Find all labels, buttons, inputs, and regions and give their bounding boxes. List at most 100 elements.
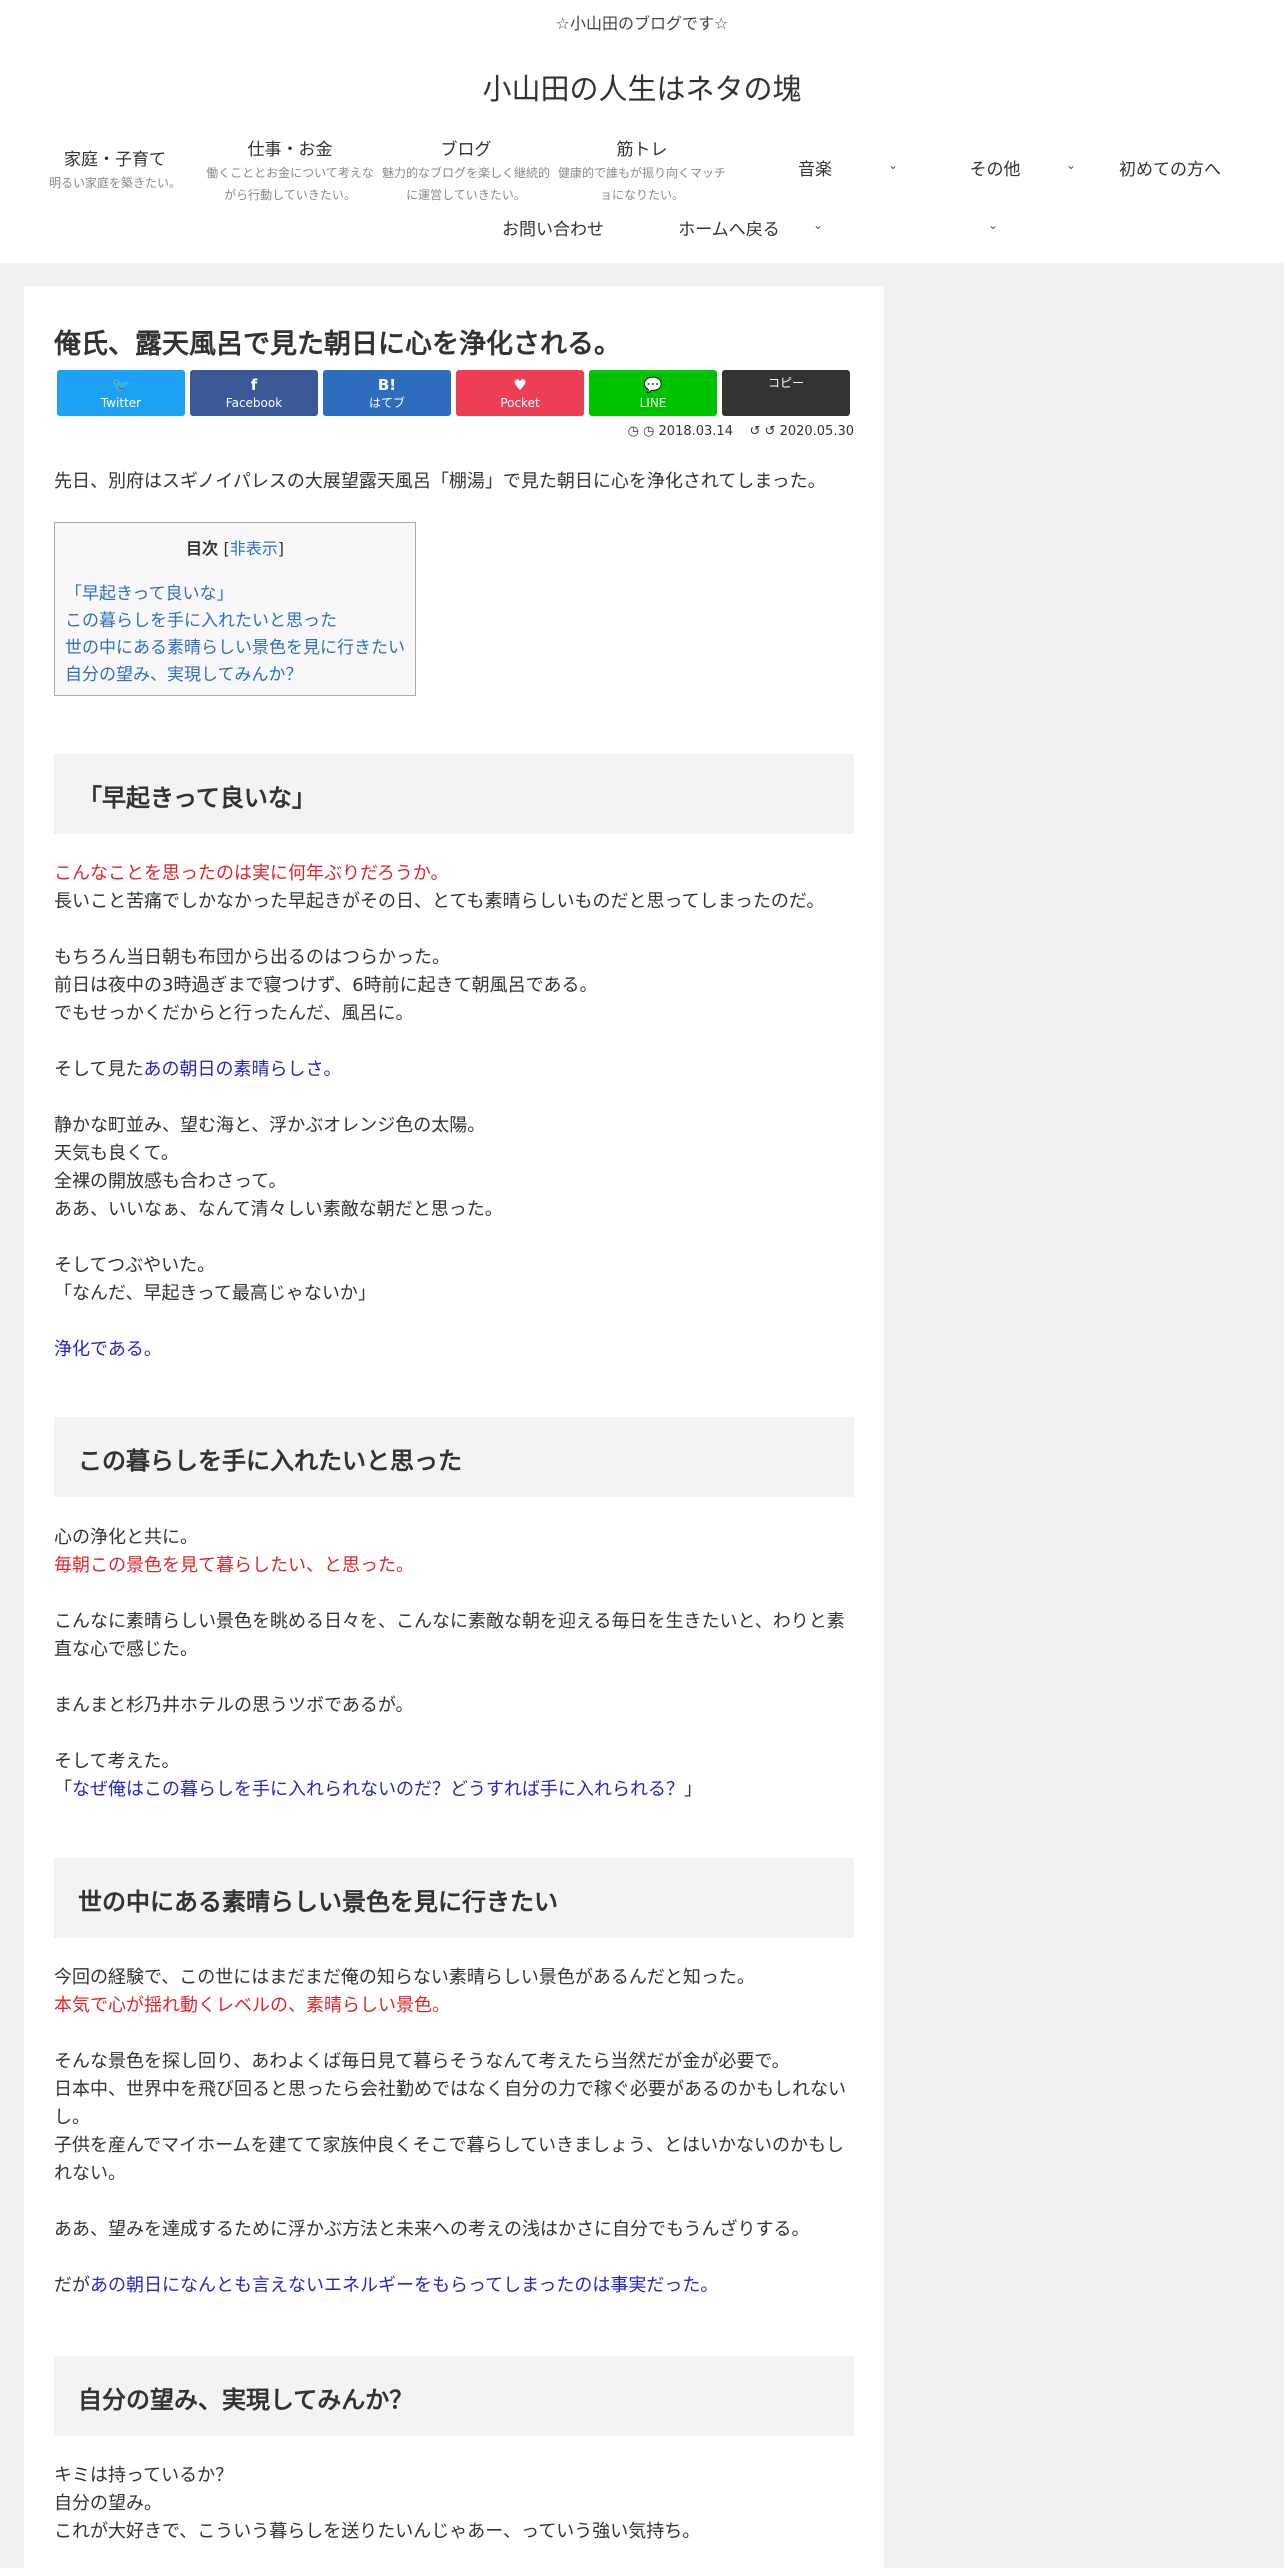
nav-item-home[interactable]: ホームへ戻る [664,218,794,242]
text-line: 静かな町並み、望む海と、浮かぶオレンジ色の太陽。 [54,1115,486,1136]
text-line: 全裸の開放感も合わさって。 [54,1171,287,1192]
toc-toggle: [非表示] [224,539,285,558]
text-line: 子供を産んでマイホームを建てて家族仲良くそこで暮らしていきましょう、とはいかない… [54,2135,845,2156]
chevron-down-icon[interactable]: ⌄ [1066,158,1076,172]
chevron-down-icon[interactable]: ⌄ [988,218,998,232]
text-line: し。 [54,2107,90,2128]
hatebu-icon: B! [377,376,397,394]
share-twitter-button[interactable]: 🐦 Twitter [57,370,185,416]
section-heading-text: 「早起きって良いな」 [78,784,316,812]
nav-item-other[interactable]: その他 [940,158,1050,182]
toc-heading: 目次 [185,539,218,558]
text-line: だがあの朝日になんとも言えないエネルギーをもらってしまったのは事実だった。 [54,2272,718,2300]
text-line: これが大好きで、こういう暮らしを送りたいんじゃあー、っていう強い気持ち。 [54,2521,701,2542]
updated-date: 2020.05.30 [779,424,854,439]
section-heading-text: 自分の望み、実現してみんか？ [78,2386,414,2414]
nav-item-beginners[interactable]: 初めての方へ [1110,158,1230,182]
share-pocket-button[interactable]: ♥ Pocket [456,370,584,416]
share-label: はてブ [368,396,405,410]
post-dates: ◷ ◷ 2018.03.14 ↺ ↺ 2020.05.30 [628,424,854,439]
chevron-down-icon[interactable]: ⌄ [813,218,823,232]
line-icon: 💬 [643,376,663,394]
share-copy-button[interactable]: コピー [722,370,850,416]
nav-item-training[interactable]: 筋トレ 健康的で誰もが振り向くマッチ ョになりたい。 [552,138,732,206]
text-line: そんな景色を探し回り、あわよくば毎日見て暮らそうなんて考えたら当然だが金が必要で… [54,2051,790,2072]
text-line: 浄化である。 [54,1339,162,1360]
nav-item-work-money[interactable]: 仕事・お金 働くこととお金について考えな がら行動していきたい。 [200,138,380,206]
share-label: Facebook [225,396,283,410]
facebook-icon: f [250,376,258,394]
nav-desc: 働くこととお金について考えな [206,166,374,180]
text-line: キミは持っているか？ [54,2465,234,2486]
section-heading-2: この暮らしを手に入れたいと思った [54,1417,854,1497]
text-span: 」 [684,1779,702,1800]
text-span: そして見た [54,1059,144,1080]
toc-link-3[interactable]: 世の中にある素晴らしい景色を見に行きたい [65,633,405,658]
nav-label: 筋トレ [616,140,668,160]
nav-label: 家庭・子育て [64,150,166,170]
text-line: 前日は夜中の3時過ぎまで寝つけず、6時前に起きて朝風呂である。 [54,975,598,996]
nav-desc: がら行動していきたい。 [224,188,356,202]
nav-label: 初めての方へ [1119,160,1221,180]
text-span: 「 [54,1779,72,1800]
share-facebook-button[interactable]: f Facebook [190,370,318,416]
toc-hide-link[interactable]: 非表示 [230,539,278,558]
nav-item-family[interactable]: 家庭・子育て 明るい家庭を築きたい。 [40,148,190,194]
text-span: だが [54,2275,90,2296]
nav-desc: 魅力的なブログを楽しく継続的 [381,166,550,180]
text-line: ああ、望みを達成するために浮かぶ方法と未来への考えの浅はかさに自分でもうんざりす… [54,2219,810,2240]
toc-link-4[interactable]: 自分の望み、実現してみんか？ [65,660,303,685]
nav-item-contact[interactable]: お問い合わせ [488,218,618,242]
article-card: 俺氏、露天風呂で見た朝日に心を浄化される。 🐦 Twitter f Facebo… [24,286,884,2568]
nav-item-blog[interactable]: ブログ 魅力的なブログを楽しく継続的 に運営していきたい。 [376,138,556,206]
nav-desc: に運営していきたい。 [406,188,526,202]
share-line-button[interactable]: 💬 LINE [589,370,717,416]
highlight-text: あの朝日の素晴らしさ。 [143,1059,342,1080]
share-label: Twitter [100,396,142,410]
nav-label: ブログ [440,140,492,160]
text-line: そしてつぶやいた。 [54,1255,216,1276]
toc-title: 目次 [非表示] [55,535,415,559]
nav-desc: 明るい家庭を築きたい。 [48,176,181,190]
sidebar-area [912,286,1258,2568]
nav-item-music[interactable]: 音楽 [760,158,870,182]
section-heading-text: 世の中にある素晴らしい景色を見に行きたい [78,1888,558,1916]
text-line: 本気で心が揺れ動くレベルの、素晴らしい景色。 [54,1995,450,2016]
post-title: 俺氏、露天風呂で見た朝日に心を浄化される。 [54,329,621,360]
text-line: もちろん当日朝も布団から出るのはつらかった。 [54,947,450,968]
nav-label: ホームへ戻る [678,220,780,240]
section-heading-1: 「早起きって良いな」 [54,754,854,834]
site-title-link[interactable]: 小山田の人生はネタの塊 [0,66,1284,108]
text-line: 「なぜ俺はこの暮らしを手に入れられないのだ？どうすれば手に入れられる？」 [54,1776,702,1804]
text-line: 長いこと苦痛でしかなかった早起きがその日、とても素晴らしいものだと思ってしまった… [54,891,825,912]
published-date: 2018.03.14 [658,424,733,439]
intro-paragraph: 先日、別府はスギノイパレスの大展望露天風呂「棚湯」で見た朝日に心を浄化されてしま… [54,471,826,492]
text-line: 直な心で感じた。 [54,1639,198,1660]
share-label: LINE [639,396,667,410]
share-label: コピー [767,376,804,390]
text-line: そして考えた。 [54,1751,180,1772]
table-of-contents: 目次 [非表示] 「早起きって良いな」 この暮らしを手に入れたいと思った 世の中… [54,522,416,696]
nav-desc: ョになりたい。 [599,188,684,202]
clock-icon: ◷ ◷ [627,424,655,439]
text-line: でもせっかくだからと行ったんだ、風呂に。 [54,1003,414,1024]
chevron-down-icon[interactable]: ⌄ [888,158,898,172]
text-line: まんまと杉乃井ホテルの思うツボであるが。 [54,1695,414,1716]
text-line: こんなことを思ったのは実に何年ぶりだろうか。 [54,863,449,884]
site-tagline: ☆小山田のブログです☆ [555,14,729,33]
twitter-icon: 🐦 [111,376,131,394]
nav-label: お問い合わせ [502,220,604,240]
text-line: 日本中、世界中を飛び回ると思ったら会社勤めではなく自分の力で稼ぐ必要があるのかも… [54,2079,846,2100]
toc-link-1[interactable]: 「早起きって良いな」 [65,579,233,604]
nav-label: その他 [969,160,1021,180]
toc-link-2[interactable]: この暮らしを手に入れたいと思った [65,606,337,631]
text-line: 心の浄化と共に。 [54,1527,198,1548]
text-line: 「なんだ、早起きって最高じゃないか」 [54,1283,376,1304]
text-line: ああ、いいなぁ、なんて清々しい素敵な朝だと思った。 [54,1199,503,1220]
share-buttons: 🐦 Twitter f Facebook B! はてブ ♥ Pocket 💬 L… [57,370,854,416]
nav-label: 仕事・お金 [247,140,333,160]
section-heading-3: 世の中にある素晴らしい景色を見に行きたい [54,1858,854,1938]
share-hatebu-button[interactable]: B! はてブ [323,370,451,416]
highlight-text: なぜ俺はこの暮らしを手に入れられないのだ？どうすれば手に入れられる？ [72,1779,684,1800]
section-heading-4: 自分の望み、実現してみんか？ [54,2356,854,2436]
